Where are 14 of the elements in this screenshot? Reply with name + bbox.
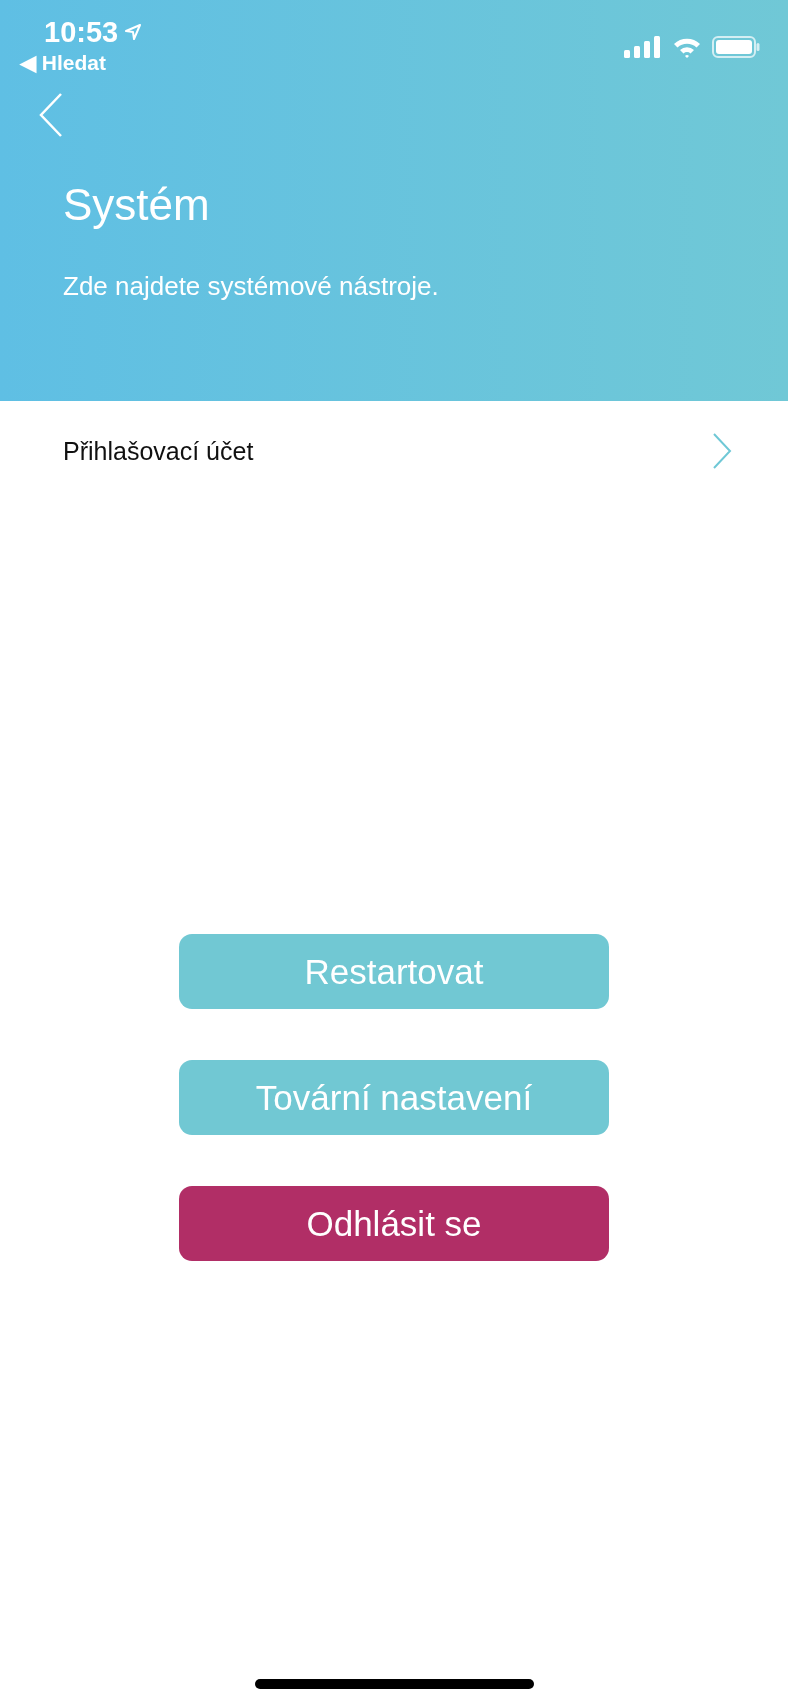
clock: 10:53	[44, 15, 119, 50]
action-button[interactable]: Tovární nastavení	[179, 1060, 609, 1135]
page-subtitle: Zde najdete systémové nástroje.	[63, 270, 440, 302]
location-arrow-icon	[124, 23, 143, 41]
menu-item[interactable]: Přihlašovací účet	[0, 401, 788, 501]
action-button[interactable]: Odhlásit se	[179, 1186, 609, 1261]
chevron-right-icon	[712, 432, 732, 470]
wifi-icon	[672, 36, 702, 58]
back-to-app-link[interactable]: ◀ Hledat	[20, 50, 143, 76]
page-title: Systém	[63, 179, 211, 231]
signal-icon	[624, 36, 662, 58]
action-button[interactable]: Restartovat	[179, 934, 609, 1009]
battery-icon	[712, 36, 760, 58]
back-icon[interactable]	[38, 92, 64, 138]
